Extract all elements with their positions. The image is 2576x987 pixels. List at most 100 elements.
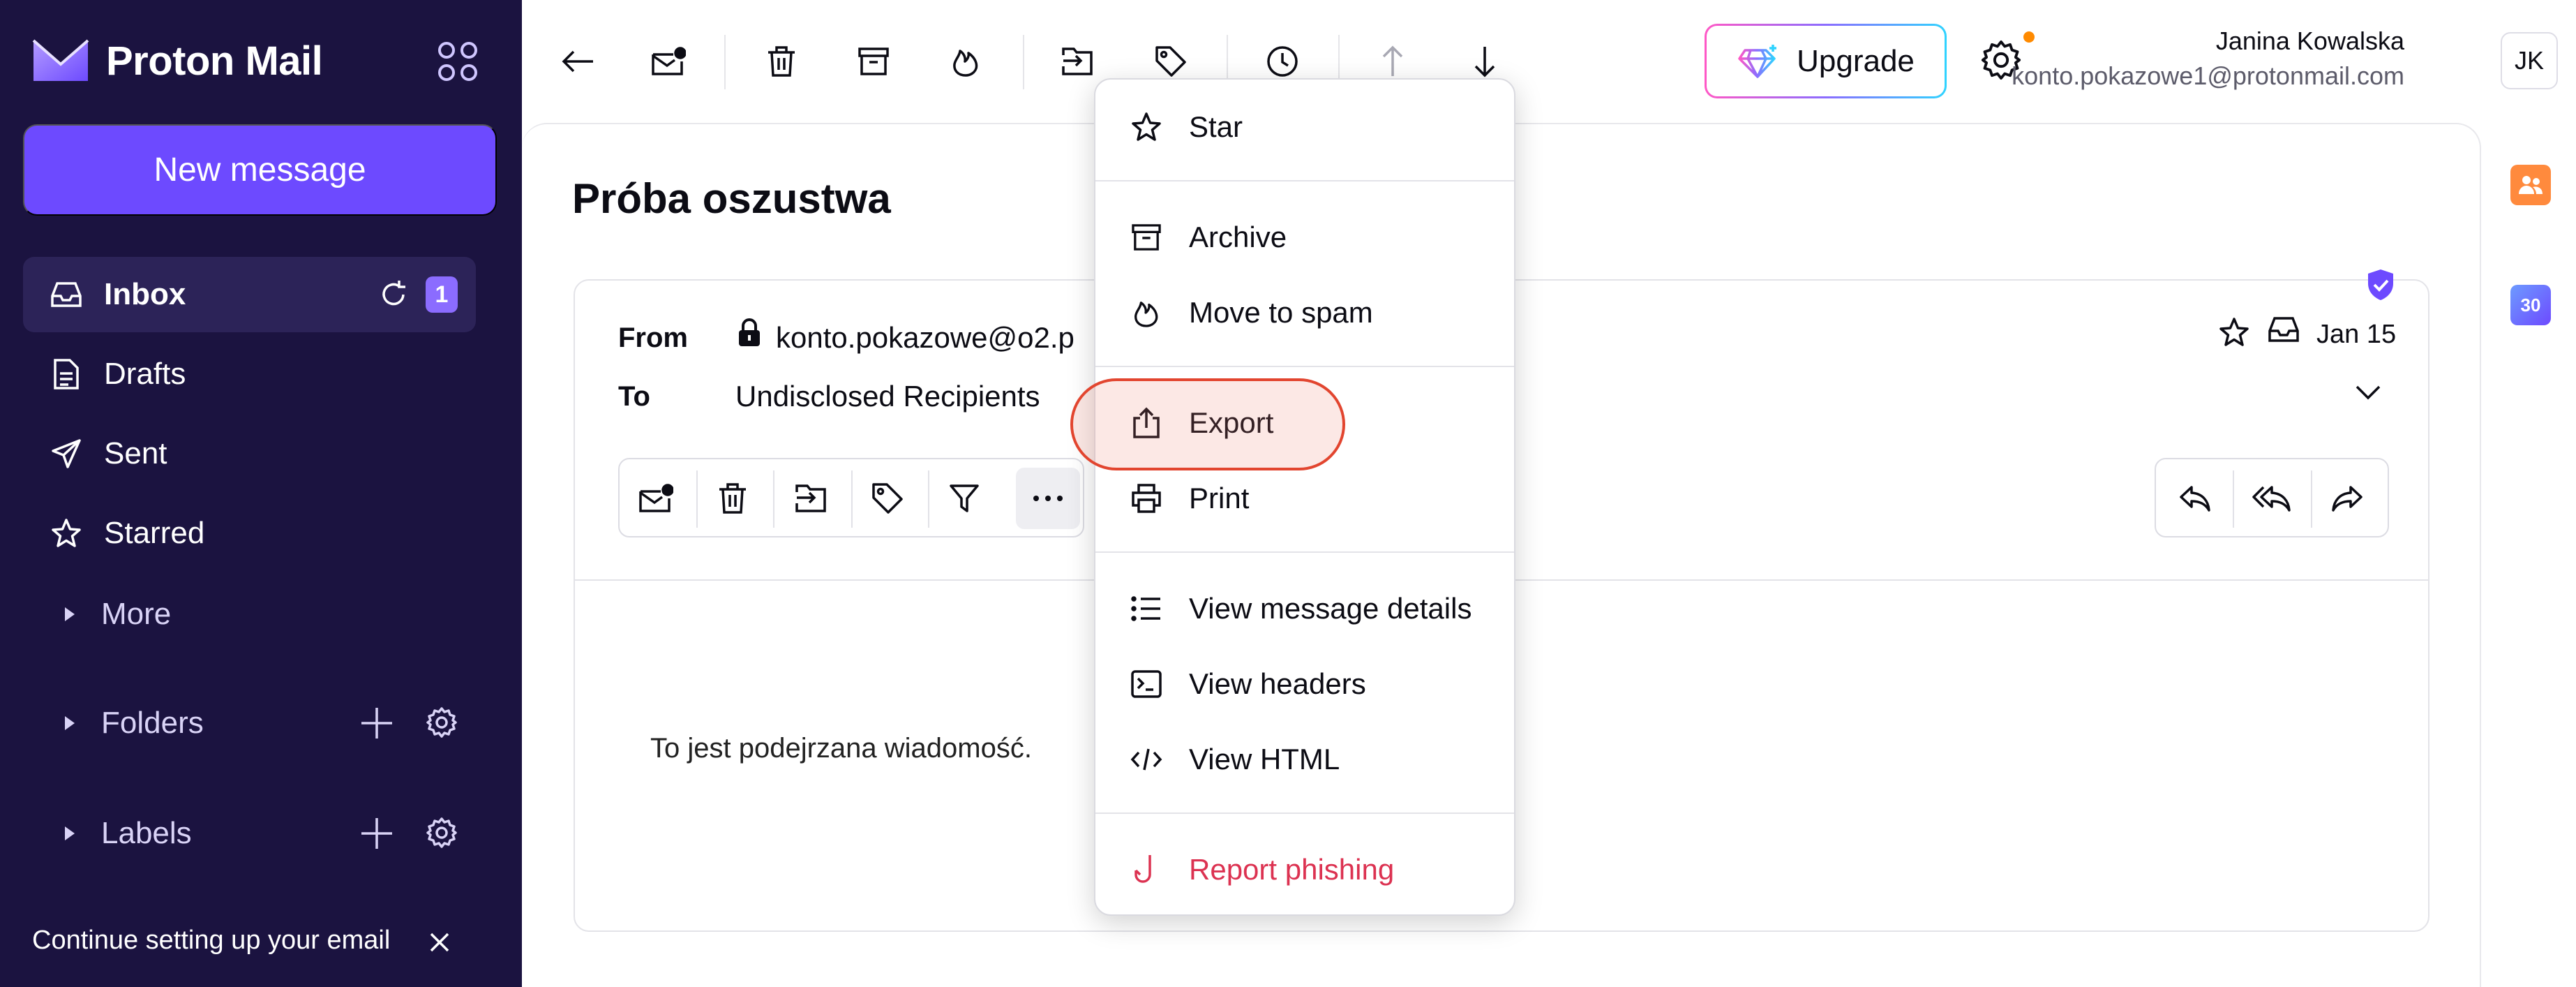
- sidebar-item-label: Sent: [104, 436, 167, 470]
- label-settings-gear-icon[interactable]: [426, 817, 458, 849]
- menu-item-view-headers[interactable]: View headers: [1095, 649, 1514, 719]
- ellipsis-icon: [1033, 496, 1063, 501]
- close-icon[interactable]: [427, 930, 452, 955]
- label-tag-icon[interactable]: [865, 476, 910, 521]
- reply-all-icon[interactable]: [2249, 476, 2294, 521]
- to-label: To: [618, 381, 650, 412]
- contacts-app-icon[interactable]: [2510, 165, 2551, 205]
- unread-count-badge: 1: [426, 276, 458, 313]
- chevron-down-icon[interactable]: [2354, 384, 2382, 402]
- user-name[interactable]: Janina Kowalska: [2216, 27, 2404, 56]
- menu-divider: [1095, 551, 1514, 553]
- menu-item-label: Print: [1189, 482, 1250, 514]
- logo[interactable]: Proton Mail: [31, 36, 323, 85]
- sender-address[interactable]: konto.pokazowe@o2.p: [776, 321, 1074, 355]
- labels-label: Labels: [101, 816, 192, 850]
- fire-icon: [1129, 295, 1164, 330]
- fire-spam-icon[interactable]: [943, 39, 988, 84]
- more-options-button[interactable]: [1016, 468, 1080, 529]
- caret-right-icon: [65, 826, 75, 840]
- toolbar-divider: [2233, 470, 2234, 528]
- back-arrow-icon[interactable]: [555, 39, 600, 84]
- snooze-clock-icon[interactable]: [1260, 39, 1305, 84]
- sidebar-item-more[interactable]: More: [23, 577, 476, 652]
- message-action-group: [618, 458, 1084, 537]
- mark-unread-icon[interactable]: [634, 476, 678, 521]
- menu-item-view-html[interactable]: View HTML: [1095, 725, 1514, 794]
- paper-plane-icon: [50, 437, 83, 470]
- menu-item-print[interactable]: Print: [1095, 463, 1514, 533]
- new-message-button[interactable]: New message: [23, 124, 497, 216]
- reply-icon[interactable]: [2173, 476, 2217, 521]
- star-icon: [50, 517, 83, 550]
- star-icon[interactable]: [2219, 317, 2249, 348]
- reply-action-group: [2155, 458, 2389, 537]
- toolbar-divider: [851, 470, 853, 528]
- code-icon: [1129, 742, 1164, 777]
- toolbar-divider: [1023, 35, 1024, 89]
- caret-right-icon: [65, 607, 75, 621]
- menu-item-archive[interactable]: Archive: [1095, 202, 1514, 272]
- add-label-plus-icon[interactable]: [360, 817, 394, 850]
- verified-shield-icon: [2365, 268, 2396, 302]
- user-email[interactable]: konto.pokazowe1@protonmail.com: [2012, 61, 2404, 91]
- inbox-icon: [50, 278, 83, 311]
- list-icon: [1129, 591, 1164, 626]
- folder-settings-gear-icon[interactable]: [426, 706, 458, 739]
- menu-item-label: Archive: [1189, 221, 1287, 253]
- trash-icon[interactable]: [710, 476, 755, 521]
- toolbar-divider: [928, 470, 929, 528]
- toolbar-divider: [773, 470, 774, 528]
- refresh-icon[interactable]: [378, 279, 409, 310]
- menu-item-report-phishing[interactable]: Report phishing: [1095, 835, 1514, 905]
- recipient-value[interactable]: Undisclosed Recipients: [735, 380, 1040, 413]
- lock-icon: [737, 318, 762, 348]
- sidebar-section-folders[interactable]: Folders: [23, 685, 476, 761]
- apps-grid-icon[interactable]: [437, 40, 479, 82]
- toolbar-divider: [696, 470, 698, 528]
- menu-item-label: Report phishing: [1189, 853, 1395, 886]
- diamond-gem-icon: [1738, 44, 1777, 78]
- move-to-folder-icon[interactable]: [1055, 39, 1100, 84]
- archive-icon[interactable]: [851, 39, 896, 84]
- menu-item-label: View message details: [1189, 592, 1472, 625]
- sidebar-item-label: Inbox: [104, 277, 186, 311]
- sidebar-section-labels[interactable]: Labels: [23, 796, 476, 871]
- sidebar-item-drafts[interactable]: Drafts: [23, 336, 476, 412]
- message-body: To jest podejrzana wiadomość.: [650, 733, 1032, 764]
- sidebar-item-label: Starred: [104, 516, 205, 550]
- sidebar-item-inbox[interactable]: Inbox 1: [23, 257, 476, 332]
- menu-item-move-to-spam[interactable]: Move to spam: [1095, 278, 1514, 348]
- label-tag-icon[interactable]: [1148, 39, 1193, 84]
- forward-icon[interactable]: [2325, 476, 2369, 521]
- menu-item-label: Move to spam: [1189, 296, 1373, 329]
- sidebar-item-starred[interactable]: Starred: [23, 496, 476, 571]
- menu-divider: [1095, 812, 1514, 814]
- upgrade-button[interactable]: Upgrade: [1705, 24, 1947, 98]
- filter-funnel-icon[interactable]: [942, 476, 987, 521]
- message-date: Jan 15: [2316, 320, 2397, 349]
- arrow-down-icon[interactable]: [1462, 39, 1507, 84]
- draft-document-icon: [50, 357, 83, 391]
- setup-banner-text[interactable]: Continue setting up your email: [32, 926, 390, 956]
- menu-item-star[interactable]: Star: [1095, 92, 1514, 162]
- menu-item-label: View headers: [1189, 667, 1366, 700]
- menu-item-view-message-details[interactable]: View message details: [1095, 574, 1514, 644]
- add-folder-plus-icon[interactable]: [360, 706, 394, 740]
- message-subject: Próba oszustwa: [572, 175, 891, 222]
- archive-icon: [1129, 220, 1164, 255]
- menu-item-label: Star: [1189, 110, 1243, 143]
- mark-unread-icon[interactable]: [646, 39, 691, 84]
- notification-dot: [2021, 29, 2037, 45]
- menu-divider: [1095, 180, 1514, 181]
- sidebar-item-label: Drafts: [104, 357, 186, 391]
- move-to-folder-icon[interactable]: [788, 476, 833, 521]
- avatar[interactable]: JK: [2501, 32, 2558, 89]
- sidebar-item-sent[interactable]: Sent: [23, 416, 476, 491]
- menu-item-label: View HTML: [1189, 743, 1340, 776]
- proton-mail-logo-icon: [32, 39, 89, 81]
- more-options-dropdown: Star Archive Move to spam Export Print V…: [1094, 78, 1515, 916]
- calendar-app-icon[interactable]: 30: [2510, 285, 2551, 325]
- trash-icon[interactable]: [759, 39, 804, 84]
- arrow-up-icon[interactable]: [1370, 39, 1415, 84]
